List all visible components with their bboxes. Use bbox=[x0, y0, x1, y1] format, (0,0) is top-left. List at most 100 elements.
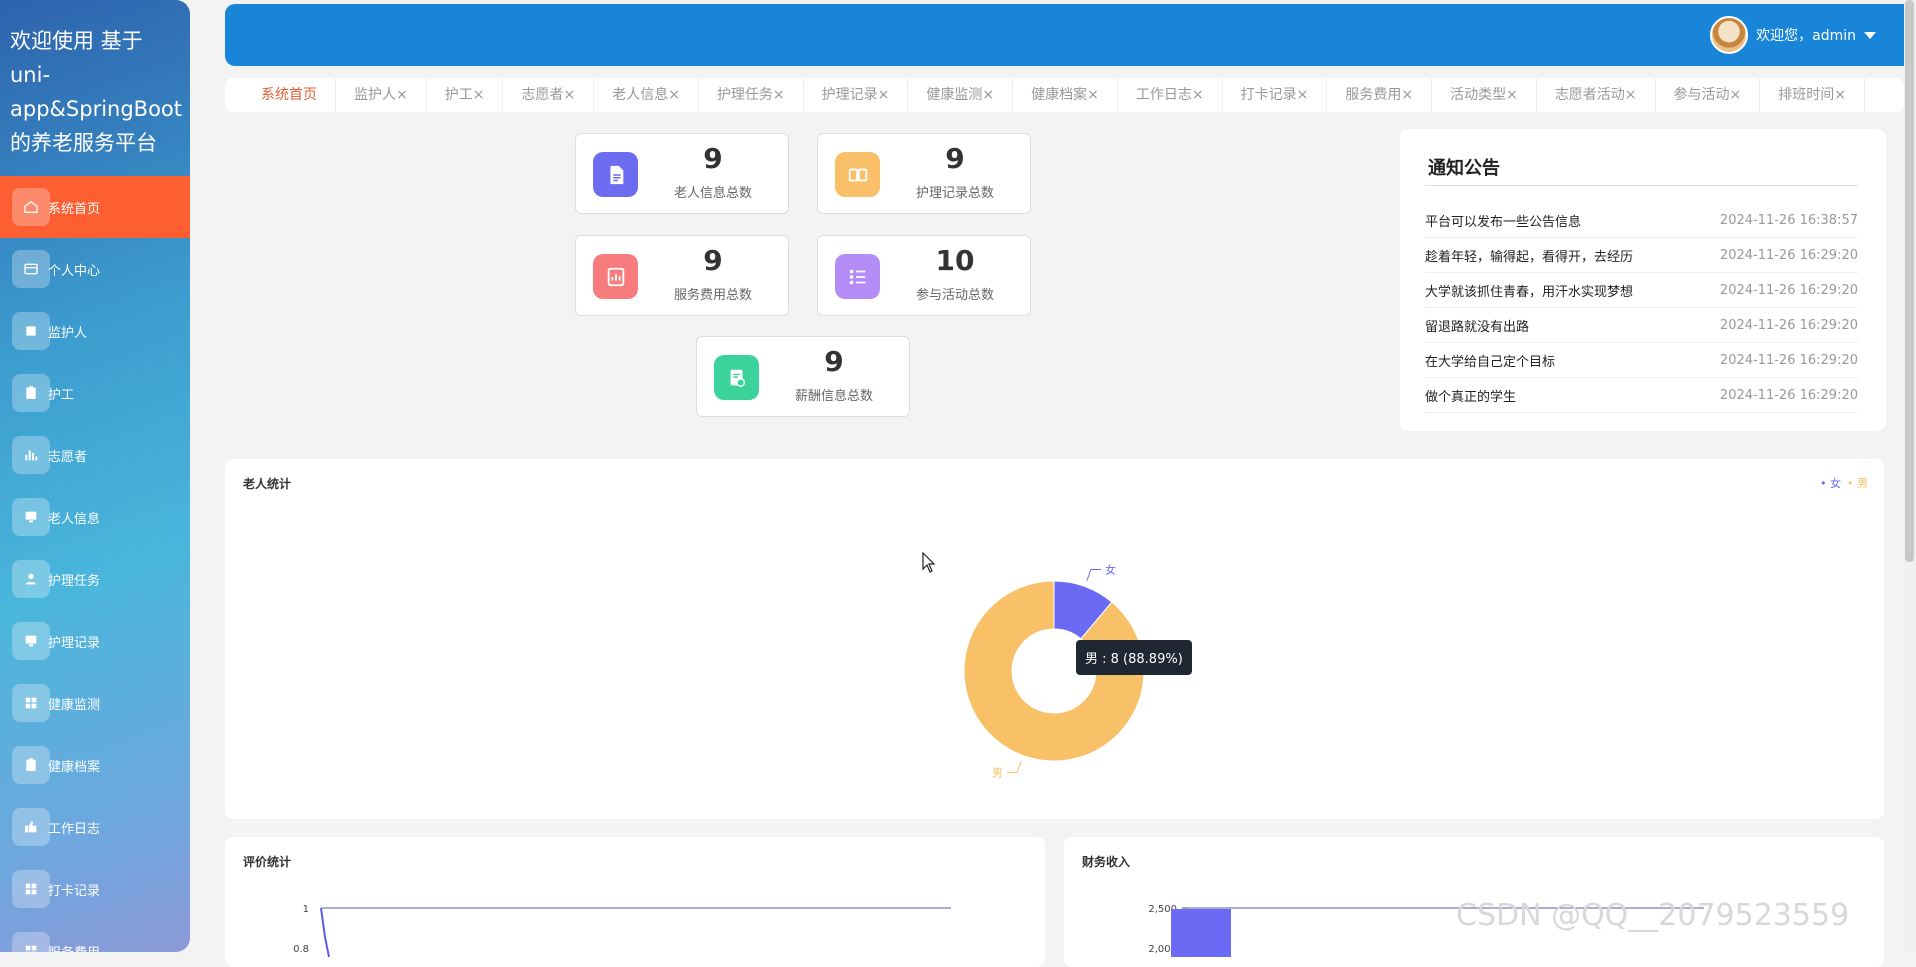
tab[interactable]: 监护人× bbox=[336, 78, 427, 112]
salary-icon bbox=[714, 355, 759, 400]
sidebar-item[interactable]: 监护人 bbox=[0, 300, 190, 362]
stat-card-care-record[interactable]: 9 护理记录总数 bbox=[817, 133, 1031, 214]
sidebar-item-label: 个人中心 bbox=[48, 260, 100, 279]
sidebar-item[interactable]: 护理任务 bbox=[0, 548, 190, 610]
line-chart[interactable]: 10.8 bbox=[225, 837, 1045, 957]
sidebar-item[interactable]: 护理记录 bbox=[0, 610, 190, 672]
sidebar-item[interactable]: 系统首页 bbox=[0, 176, 190, 238]
notice-item[interactable]: 做个真正的学生 2024-11-26 16:29:20 bbox=[1425, 378, 1858, 413]
tab[interactable]: 服务费用× bbox=[1327, 78, 1432, 112]
tab[interactable]: 护工× bbox=[427, 78, 504, 112]
pie-chart[interactable]: 女男 bbox=[225, 459, 1884, 819]
brand-line: app&SpringBoot bbox=[10, 92, 180, 126]
sidebar-item[interactable]: 老人信息 bbox=[0, 486, 190, 548]
series-line[interactable] bbox=[321, 908, 329, 957]
sidebar-item-label: 护理任务 bbox=[48, 570, 100, 589]
notice-text: 做个真正的学生 bbox=[1425, 386, 1516, 405]
stat-card-service-fee[interactable]: 9 服务费用总数 bbox=[575, 235, 789, 316]
sidebar-item[interactable]: 工作日志 bbox=[0, 796, 190, 858]
tab[interactable]: 护理任务× bbox=[699, 78, 804, 112]
stat-label: 服务费用总数 bbox=[638, 284, 788, 303]
bar-chart[interactable]: 2,5002,000 bbox=[1064, 837, 1884, 957]
sidebar: 欢迎使用 基于 uni- app&SpringBoot 的养老服务平台 系统首页… bbox=[0, 0, 190, 952]
document-icon bbox=[593, 152, 638, 197]
stat-label: 薪酬信息总数 bbox=[759, 385, 909, 404]
sidebar-item-label: 服务费用 bbox=[48, 942, 100, 953]
tab[interactable]: 活动类型× bbox=[1432, 78, 1537, 112]
chart-tooltip: 男 : 8 (88.89%) bbox=[1076, 640, 1192, 675]
notice-item[interactable]: 平台可以发布一些公告信息 2024-11-26 16:38:57 bbox=[1425, 203, 1858, 238]
grid-icon bbox=[12, 684, 50, 722]
bar-chart-icon bbox=[12, 436, 50, 474]
notice-date: 2024-11-26 16:29:20 bbox=[1720, 353, 1858, 368]
tab[interactable]: 护理记录× bbox=[804, 78, 909, 112]
sidebar-item-label: 健康监测 bbox=[48, 694, 100, 713]
sidebar-item-label: 志愿者 bbox=[48, 446, 87, 465]
notice-text: 趁着年轻，输得起，看得开，去经历 bbox=[1425, 246, 1633, 265]
page-scrollbar[interactable] bbox=[1904, 0, 1916, 952]
stat-value: 10 bbox=[880, 244, 1030, 277]
sidebar-item[interactable]: 护工 bbox=[0, 362, 190, 424]
tab[interactable]: 老人信息× bbox=[594, 78, 699, 112]
home-icon bbox=[12, 188, 50, 226]
card-icon bbox=[12, 250, 50, 288]
sidebar-item[interactable]: 服务费用 bbox=[0, 920, 190, 952]
stat-value: 9 bbox=[638, 142, 788, 175]
thumb-icon bbox=[12, 808, 50, 846]
sidebar-menu: 系统首页个人中心监护人护工志愿者老人信息护理任务护理记录健康监测健康档案工作日志… bbox=[0, 176, 190, 952]
caret-down-icon[interactable] bbox=[1864, 32, 1876, 39]
notice-text: 大学就该抓住青春，用汗水实现梦想 bbox=[1425, 281, 1633, 300]
tab[interactable]: 系统首页 bbox=[243, 78, 336, 112]
user-menu[interactable]: 欢迎您，admin bbox=[1710, 16, 1876, 54]
notice-text: 在大学给自己定个目标 bbox=[1425, 351, 1555, 370]
tab[interactable]: 参与活动× bbox=[1656, 78, 1761, 112]
clipboard-icon bbox=[12, 746, 50, 784]
sidebar-item-label: 老人信息 bbox=[48, 508, 100, 527]
stat-value: 9 bbox=[759, 345, 909, 378]
notice-item[interactable]: 趁着年轻，输得起，看得开，去经历 2024-11-26 16:29:20 bbox=[1425, 238, 1858, 273]
sidebar-item[interactable]: 志愿者 bbox=[0, 424, 190, 486]
stat-value: 9 bbox=[638, 244, 788, 277]
stat-card-activity[interactable]: 10 参与活动总数 bbox=[817, 235, 1031, 316]
notice-item[interactable]: 在大学给自己定个目标 2024-11-26 16:29:20 bbox=[1425, 343, 1858, 378]
watermark: CSDN @QQ__2079523559 bbox=[1456, 898, 1849, 933]
tab[interactable]: 健康监测× bbox=[908, 78, 1013, 112]
monitor-icon bbox=[12, 622, 50, 660]
sidebar-item[interactable]: 健康监测 bbox=[0, 672, 190, 734]
top-header: 欢迎您，admin bbox=[225, 4, 1916, 66]
tab[interactable]: 工作日志× bbox=[1118, 78, 1223, 112]
pie-label: 女 bbox=[1105, 563, 1116, 577]
list-icon bbox=[835, 254, 880, 299]
notice-title: 通知公告 bbox=[1428, 154, 1500, 180]
stat-label: 护理记录总数 bbox=[880, 182, 1030, 201]
avatar[interactable] bbox=[1710, 16, 1748, 54]
notice-date: 2024-11-26 16:38:57 bbox=[1720, 213, 1858, 228]
stat-label: 参与活动总数 bbox=[880, 284, 1030, 303]
brand-title: 欢迎使用 基于 uni- app&SpringBoot 的养老服务平台 bbox=[0, 0, 190, 176]
tab[interactable]: 健康档案× bbox=[1013, 78, 1118, 112]
bar[interactable] bbox=[1171, 909, 1231, 957]
tab[interactable]: 志愿者× bbox=[503, 78, 594, 112]
tab-bar: 系统首页监护人×护工×志愿者×老人信息×护理任务×护理记录×健康监测×健康档案×… bbox=[225, 78, 1904, 112]
tab[interactable]: 打卡记录× bbox=[1223, 78, 1328, 112]
bill-icon bbox=[593, 254, 638, 299]
mouse-cursor-icon bbox=[922, 552, 936, 574]
stat-value: 9 bbox=[880, 142, 1030, 175]
user-icon bbox=[12, 560, 50, 598]
tab[interactable]: 排班时间× bbox=[1760, 78, 1865, 112]
stat-card-elder[interactable]: 9 老人信息总数 bbox=[575, 133, 789, 214]
sidebar-item[interactable]: 健康档案 bbox=[0, 734, 190, 796]
sidebar-item[interactable]: 打卡记录 bbox=[0, 858, 190, 920]
stat-card-salary[interactable]: 9 薪酬信息总数 bbox=[696, 336, 910, 417]
clipboard-icon bbox=[12, 374, 50, 412]
monitor-icon bbox=[12, 498, 50, 536]
sidebar-item-label: 护工 bbox=[48, 384, 74, 403]
notice-item[interactable]: 大学就该抓住青春，用汗水实现梦想 2024-11-26 16:29:20 bbox=[1425, 273, 1858, 308]
notice-text: 平台可以发布一些公告信息 bbox=[1425, 211, 1581, 230]
sidebar-item-label: 系统首页 bbox=[48, 198, 100, 217]
stat-label: 老人信息总数 bbox=[638, 182, 788, 201]
scrollbar-thumb[interactable] bbox=[1905, 0, 1914, 562]
tab[interactable]: 志愿者活动× bbox=[1537, 78, 1656, 112]
sidebar-item[interactable]: 个人中心 bbox=[0, 238, 190, 300]
notice-item[interactable]: 留退路就没有出路 2024-11-26 16:29:20 bbox=[1425, 308, 1858, 343]
